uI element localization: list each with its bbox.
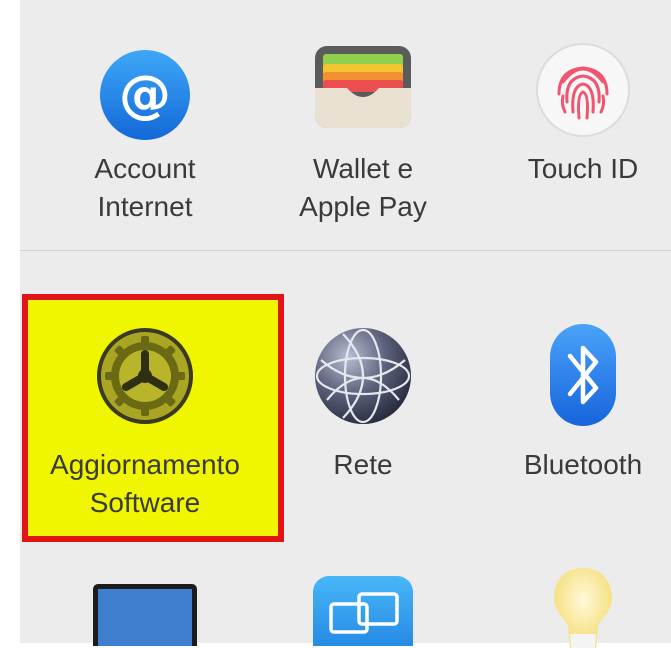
monitor-icon [93,584,197,646]
pane-sidecar[interactable] [263,572,463,646]
gear-icon [97,328,193,424]
pane-label: Account Internet [94,153,196,222]
wallet-icon [315,46,411,128]
bluetooth-icon [550,324,616,426]
pane-label: Aggiornamento Software [50,449,240,518]
svg-text:@: @ [119,65,171,125]
pane-label: Rete [333,449,393,480]
pane-label: Bluetooth [523,449,643,480]
at-sign-icon: @ [100,50,190,140]
pane-wallet[interactable]: Wallet e Apple Pay [263,30,463,230]
pane-displays[interactable] [45,580,245,646]
fingerprint-icon [536,43,630,137]
lightbulb-icon [554,568,612,648]
sidecar-icon [313,576,413,646]
pane-network[interactable]: Rete [263,320,463,530]
pane-label: Wallet e Apple Pay [299,153,427,222]
globe-icon [315,328,411,424]
section-divider [20,250,671,251]
pane-bluetooth[interactable]: Bluetooth [483,320,671,530]
pane-internet-accounts[interactable]: @ Account Internet [45,30,245,230]
pane-touch-id[interactable]: Touch ID [483,30,671,230]
pane-software-update[interactable]: Aggiornamento Software [45,320,245,530]
pane-label: Touch ID [527,153,639,184]
pane-energy-saver[interactable] [483,560,671,648]
